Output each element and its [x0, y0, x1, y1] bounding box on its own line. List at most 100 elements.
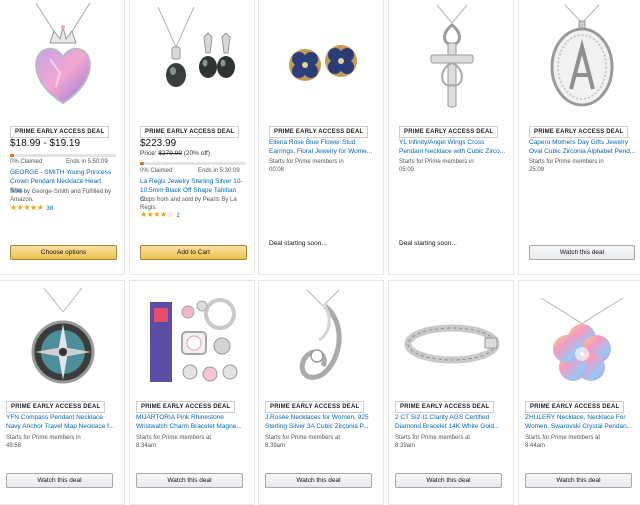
ends-in-text: Ends in 5:30:09 [198, 168, 240, 174]
claimed-progress-bar [10, 154, 116, 157]
flower-stud-earrings-image [289, 44, 357, 81]
claimed-text: 0% Claimed [10, 159, 43, 165]
discount-percent: (20% off) [183, 150, 211, 157]
sold-by-text: Sold by George-Smith and Fulfilled by Am… [10, 189, 112, 203]
list-price-line: Price: $279.99 (20% off) [140, 150, 210, 157]
rating-count[interactable]: 38 [46, 206, 53, 212]
deal-title-link[interactable]: Capero Mothers Day Gifts Jewelry Oval Cu… [529, 138, 639, 156]
product-image[interactable] [259, 281, 383, 396]
diamond-bracelet-image [404, 324, 500, 363]
deal-starting-soon: Deal starting soon... [399, 240, 457, 247]
deal-card: PRIME EARLY ACCESS DEAL $223.99 Price: $… [129, 0, 255, 275]
product-image[interactable] [0, 281, 124, 396]
deal-badge: PRIME EARLY ACCESS DEAL [265, 401, 365, 413]
starts-label: Starts for Prime members at [265, 435, 341, 441]
star-rating-icons: ★★★★★ [10, 203, 44, 212]
rating-stars[interactable]: ★★★★☆ 1 [140, 210, 180, 219]
heart-crown-pendant-image [35, 2, 91, 104]
deal-badge: PRIME EARLY ACCESS DEAL [525, 401, 625, 413]
deal-card: PRIME EARLY ACCESS DEAL J.Rosée Necklace… [258, 280, 384, 505]
rating-stars[interactable]: ★★★★★ 38 [10, 203, 53, 212]
starts-time: 8:39am [395, 443, 416, 449]
deal-card: PRIME EARLY ACCESS DEAL ZHULERY Necklace… [518, 280, 640, 505]
rating-count[interactable]: 1 [176, 213, 179, 219]
product-image[interactable] [519, 281, 640, 396]
starts-time: 49:58 [6, 443, 22, 449]
starts-for-prime-text: Starts for Prime members in 05:09 [399, 158, 507, 174]
deal-title-link[interactable]: YFN Compass Pendant Necklace Navy Anchor… [6, 413, 116, 431]
starts-time: 8:44am [525, 443, 546, 449]
product-image[interactable] [389, 281, 513, 396]
price-prefix: Price: [140, 150, 157, 157]
product-image[interactable] [519, 0, 640, 115]
deal-title-link[interactable]: Ellena Rose Blue Flower Stud Earrings, F… [269, 138, 379, 156]
watch-this-deal-button[interactable]: Watch this deal [529, 245, 635, 260]
ends-in-text: Ends in 5:50:09 [66, 159, 108, 165]
deal-badge: PRIME EARLY ACCESS DEAL [136, 401, 236, 413]
charm-bracelet-watch-image [150, 297, 238, 382]
deal-card: PRIME EARLY ACCESS DEAL MIJARTORIA Pink … [129, 280, 255, 505]
deals-grid: PRIME EARLY ACCESS DEAL $18.99 - $19.19 … [0, 0, 640, 505]
starts-time: 8:34am [136, 443, 157, 449]
choose-options-button[interactable]: Choose options [10, 245, 117, 260]
starts-for-prime-text: Starts for Prime members in 49:58 [6, 434, 114, 450]
claimed-progress-fill [10, 154, 15, 157]
cross-pendant-image [430, 4, 474, 107]
add-to-cart-button[interactable]: Add to Cart [140, 245, 247, 260]
starts-label: Starts for Prime members in [6, 435, 81, 441]
deal-title-link[interactable]: J.Rosée Necklaces for Women, 925 Sterlin… [265, 413, 377, 431]
product-image[interactable] [130, 0, 254, 115]
deal-badge: PRIME EARLY ACCESS DEAL [140, 126, 240, 138]
starts-label: Starts for Prime members at [136, 435, 212, 441]
starts-time: 25:09 [529, 167, 545, 173]
starts-for-prime-text: Starts for Prime members in 00:08 [269, 158, 377, 174]
watch-this-deal-button[interactable]: Watch this deal [265, 473, 372, 488]
compass-pendant-image [31, 287, 95, 383]
deal-card: PRIME EARLY ACCESS DEAL 2 CT Si2-I1 Clar… [388, 280, 514, 505]
deal-badge: PRIME EARLY ACCESS DEAL [10, 126, 110, 138]
starts-time: 00:08 [269, 167, 285, 173]
star-rating-icons: ★★★★☆ [140, 210, 174, 219]
starts-label: Starts for Prime members in [529, 159, 604, 165]
swirl-pendant-image [299, 289, 342, 380]
product-image[interactable] [259, 0, 383, 115]
watch-this-deal-button[interactable]: Watch this deal [6, 473, 113, 488]
claimed-progress-bar [140, 162, 246, 165]
starts-for-prime-text: Starts for Prime members at 8:39am [265, 434, 373, 450]
pearl-jewelry-set-image [157, 6, 235, 87]
starts-for-prime-text: Starts for Prime members at 8:34am [136, 434, 244, 450]
starts-label: Starts for Prime members at [525, 435, 601, 441]
starts-for-prime-text: Starts for Prime members at 8:39am [395, 434, 503, 450]
claimed-progress-fill [140, 162, 145, 165]
starts-for-prime-text: Starts for Prime members at 8:44am [525, 434, 633, 450]
starts-for-prime-text: Starts for Prime members in 25:09 [529, 158, 637, 174]
starts-time: 8:39am [265, 443, 286, 449]
product-image[interactable] [389, 0, 513, 115]
deal-price: $18.99 - $19.19 [10, 138, 81, 149]
deal-title-link[interactable]: 2 CT Si2-I1 Clarity AGS Certified Diamon… [395, 413, 507, 431]
deal-title-link[interactable]: YL Infinity/Angel Wings Cross Pendant Ne… [399, 138, 509, 156]
deal-title-link[interactable]: ZHULERY Necklace, Necklace For Women, Sw… [525, 413, 637, 431]
deal-card: PRIME EARLY ACCESS DEAL YL Infinity/Ange… [388, 0, 514, 275]
product-image[interactable] [0, 0, 124, 115]
watch-this-deal-button[interactable]: Watch this deal [525, 473, 632, 488]
deal-badge: PRIME EARLY ACCESS DEAL [6, 401, 106, 413]
deal-card: PRIME EARLY ACCESS DEAL $18.99 - $19.19 … [0, 0, 125, 275]
claimed-text: 0% Claimed [140, 168, 173, 174]
product-image[interactable] [130, 281, 254, 396]
deal-card: PRIME EARLY ACCESS DEAL Ellena Rose Blue… [258, 0, 384, 275]
starts-label: Starts for Prime members in [269, 159, 344, 165]
watch-this-deal-button[interactable]: Watch this deal [395, 473, 502, 488]
watch-this-deal-button[interactable]: Watch this deal [136, 473, 243, 488]
deal-card: PRIME EARLY ACCESS DEAL YFN Compass Pend… [0, 280, 125, 505]
starts-time: 05:09 [399, 167, 415, 173]
deal-starting-soon: Deal starting soon... [269, 240, 327, 247]
deal-badge: PRIME EARLY ACCESS DEAL [395, 401, 495, 413]
starts-label: Starts for Prime members at [395, 435, 471, 441]
crystal-flower-pendant-image [540, 297, 624, 381]
deal-badge: PRIME EARLY ACCESS DEAL [399, 126, 499, 138]
deal-badge: PRIME EARLY ACCESS DEAL [269, 126, 369, 138]
deal-card: PRIME EARLY ACCESS DEAL Capero Mothers D… [518, 0, 640, 275]
deal-badge: PRIME EARLY ACCESS DEAL [529, 126, 629, 138]
deal-title-link[interactable]: MIJARTORIA Pink Rhinestone Wristwatch Ch… [136, 413, 248, 431]
